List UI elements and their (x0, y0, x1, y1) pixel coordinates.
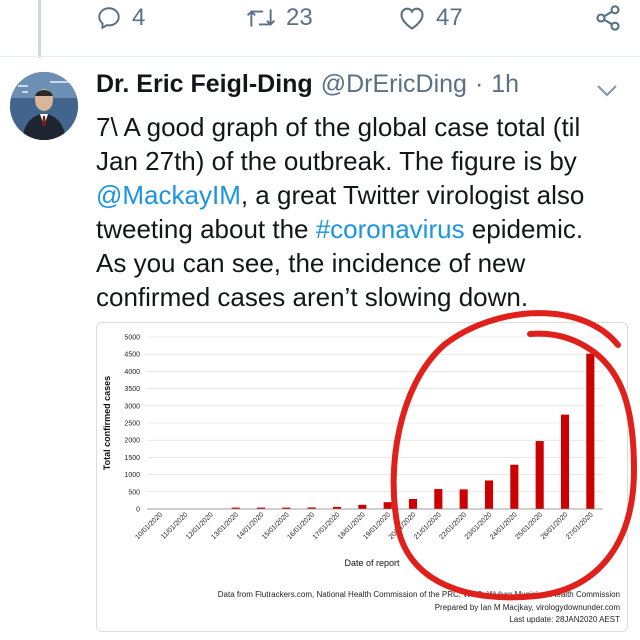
retweet-icon (246, 9, 276, 27)
bar-27-01-2020 (586, 353, 595, 509)
like-icon (400, 7, 424, 30)
y-tick-label: 5000 (124, 335, 140, 342)
retweet-button[interactable]: 23 (246, 4, 313, 32)
tweet-header: Dr. Eric Feigl-Ding @DrEricDing · 1h (96, 70, 610, 104)
chart-source-note: Data from Flutrackers.com, National Heal… (217, 590, 620, 599)
author-handle[interactable]: @DrEricDing (321, 70, 467, 99)
like-button[interactable]: 47 (398, 4, 463, 32)
tweet-text: 7\ A good graph of the global case total… (96, 110, 616, 314)
bar-19-01-2020 (383, 502, 392, 509)
hashtag-link[interactable]: #coronavirus (316, 214, 465, 244)
chart-prepared-by: Prepared by Ian M Macjkay, virologydownu… (434, 603, 620, 612)
x-axis-label: Date of report (344, 558, 400, 568)
divider (0, 56, 640, 57)
bar-23-01-2020 (484, 480, 494, 509)
mention-link[interactable]: @MackayIM (96, 180, 241, 210)
tweet-time[interactable]: 1h (491, 70, 519, 99)
separator-dot: · (474, 70, 484, 98)
y-tick-label: 4000 (124, 369, 140, 376)
y-tick-label: 1500 (124, 455, 140, 462)
tweet-text-start: 7\ A good graph of the global case total… (96, 112, 581, 176)
like-count: 47 (436, 4, 463, 31)
y-tick-label: 2000 (124, 438, 140, 445)
y-tick-label: 3000 (124, 403, 140, 410)
bar-26-01-2020 (560, 414, 570, 509)
reply-icon (98, 7, 120, 30)
bar-chart: 0 500 1000 1500 2000 2500 3000 3500 4000 4500 5000… (102, 335, 603, 568)
chart-image[interactable]: 0 500 1000 1500 2000 2500 3000 3500 4000 4500 5000… (96, 322, 628, 632)
bar-21-01-2020 (434, 489, 443, 509)
y-tick-label: 0 (136, 507, 140, 514)
y-tick-label: 4500 (124, 352, 140, 359)
chevron-down-icon[interactable] (596, 84, 618, 98)
avatar-photo (10, 72, 78, 140)
bar-24-01-2020 (510, 464, 519, 509)
y-tick-label: 2500 (124, 421, 140, 428)
author-name[interactable]: Dr. Eric Feigl-Ding (96, 70, 313, 99)
retweet-count: 23 (286, 4, 313, 31)
share-button[interactable] (594, 4, 622, 32)
tweet-action-bar: 4 23 47 (96, 0, 640, 40)
y-tick-label: 1000 (124, 472, 140, 479)
bar-22-01-2020 (459, 489, 468, 509)
bar-20-01-2020 (408, 498, 418, 509)
y-axis-label: Total confirmed cases (102, 376, 112, 470)
chart-last-update: Last update: 28JAN2020 AEST (509, 615, 620, 624)
bar-18-01-2020 (358, 504, 367, 509)
reply-count: 4 (132, 4, 146, 31)
y-tick-label: 500 (128, 489, 140, 496)
x-tick-label: 27/01/2020 (565, 511, 595, 541)
reply-button[interactable]: 4 (96, 4, 145, 32)
bar-25-01-2020 (535, 441, 544, 509)
y-tick-label: 3500 (124, 386, 140, 393)
share-icon (596, 5, 620, 31)
thread-line (38, 0, 41, 58)
avatar[interactable] (10, 72, 78, 140)
